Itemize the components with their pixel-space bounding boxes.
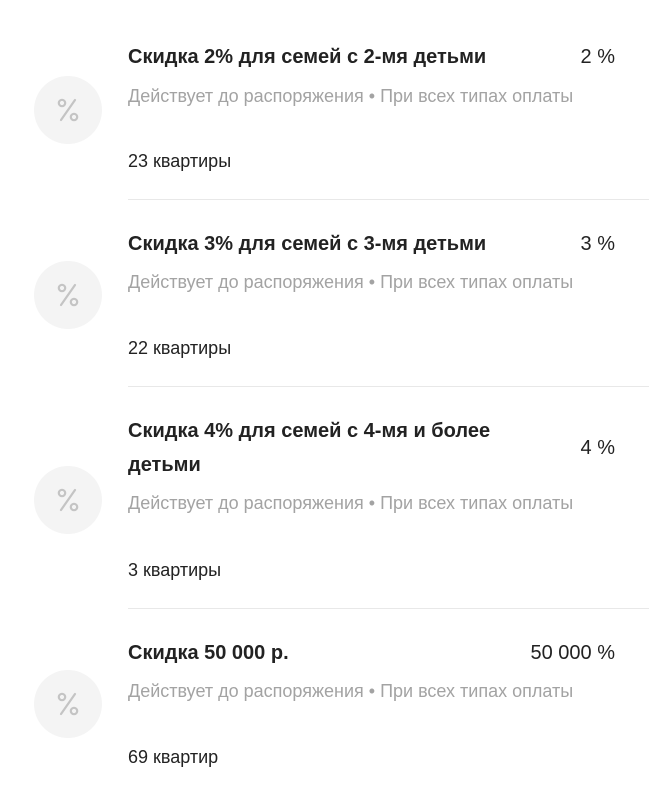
- apartment-count: 23 квартиры: [128, 151, 232, 171]
- discount-title: Скидка 50 000 р.: [128, 642, 289, 664]
- discount-value: 3 %: [580, 233, 615, 255]
- discount-title: Скидка 3% для семей с 3-мя детьми: [128, 233, 487, 255]
- apartment-count: 69 квартир: [128, 747, 219, 767]
- discount-value: 50 000 %: [530, 642, 615, 664]
- discount-description: Действует до распоряжения • При всех тип…: [128, 272, 574, 292]
- discount-description: Действует до распоряжения • При всех тип…: [128, 681, 574, 701]
- discount-description: Действует до распоряжения • При всех тип…: [128, 493, 574, 513]
- percent-icon: [34, 466, 102, 534]
- discount-item[interactable]: Скидка 3% для семей с 3-мя детьми 3 % Де…: [0, 200, 649, 387]
- discount-value: 4 %: [580, 437, 615, 459]
- discount-title: Скидка 2% для семей с 2-мя детьми: [128, 46, 487, 68]
- discount-description: Действует до распоряжения • При всех тип…: [128, 86, 574, 106]
- apartment-count: 22 квартиры: [128, 338, 232, 358]
- apartment-count: 3 квартиры: [128, 560, 222, 580]
- percent-icon: [34, 261, 102, 329]
- discount-item[interactable]: Скидка 2% для семей с 2-мя детьми 2 % Де…: [0, 0, 649, 200]
- percent-icon: [34, 670, 102, 738]
- discount-title: Скидка 4% для семей с 4-мя и более детьм…: [128, 420, 491, 476]
- discount-value: 2 %: [580, 46, 615, 68]
- discount-item[interactable]: Скидка 4% для семей с 4-мя и более детьм…: [0, 387, 649, 609]
- discount-list: Скидка 2% для семей с 2-мя детьми 2 % Де…: [0, 0, 649, 800]
- discount-item[interactable]: Скидка 50 000 р. 50 000 % Действует до р…: [0, 609, 649, 800]
- percent-icon: [34, 76, 102, 144]
